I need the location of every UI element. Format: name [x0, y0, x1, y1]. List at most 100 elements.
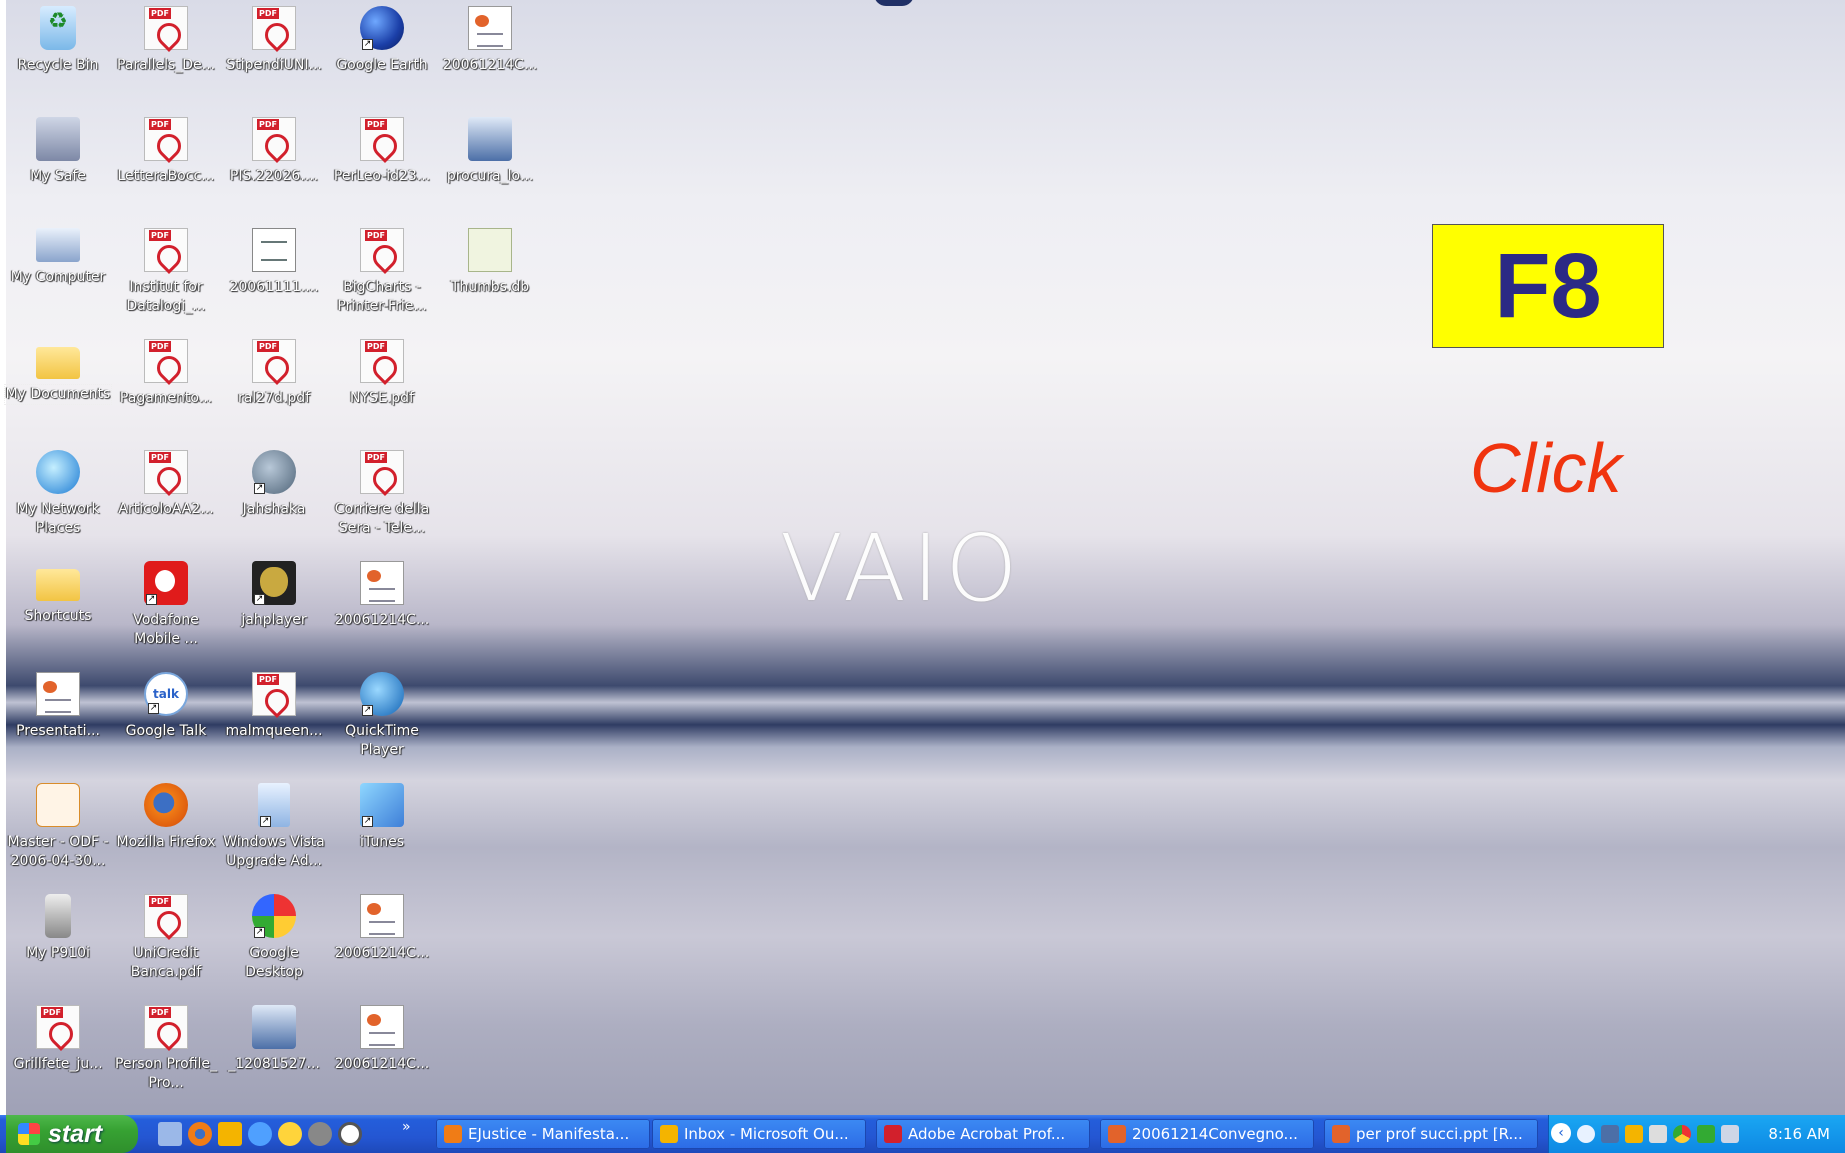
- tray-display-icon[interactable]: [1721, 1125, 1739, 1143]
- tray-app-icon[interactable]: [1649, 1125, 1667, 1143]
- desktop-icon-mask[interactable]: ↗ jahplayer: [220, 561, 328, 630]
- pdf-icon: [144, 450, 188, 494]
- desktop-icon-itunes[interactable]: ↗ iTunes: [328, 783, 436, 852]
- desktop-icon-label: My Documents: [3, 384, 113, 405]
- desktop-icon-round-red[interactable]: ↗ Vodafone Mobile ...: [112, 561, 220, 649]
- fox-icon: [144, 783, 188, 827]
- desktop-icon-db[interactable]: Thumbs.db: [436, 228, 544, 297]
- shortcut-arrow-icon: ↗: [148, 703, 159, 714]
- procura-icon: [252, 1005, 296, 1049]
- pdf-icon: [36, 1005, 80, 1049]
- pdf-icon: [360, 117, 404, 161]
- desktop-icon-pdf[interactable]: ArticoloAA2...: [112, 450, 220, 519]
- desktop-icon-phone[interactable]: My P910i: [4, 894, 112, 963]
- desktop-icon-safe[interactable]: My Safe: [4, 117, 112, 186]
- click-instruction: Click: [1470, 429, 1622, 507]
- desktop-icon-pdf[interactable]: LetteraBocc...: [112, 117, 220, 186]
- tray-outlook-icon[interactable]: [1625, 1125, 1643, 1143]
- pdf-icon: [144, 228, 188, 272]
- smiley-icon[interactable]: [278, 1122, 302, 1146]
- desktop-icon-pdf[interactable]: Grillfete_ju...: [4, 1005, 112, 1074]
- desktop-icon-fox[interactable]: Mozilla Firefox: [112, 783, 220, 852]
- desktop-icon-computer[interactable]: My Computer: [4, 228, 112, 287]
- desktop-icon-label: Vodafone Mobile ...: [133, 612, 199, 647]
- desktop-icon-gen[interactable]: 20061111....: [220, 228, 328, 297]
- desktop[interactable]: Recycle Bin Parallels_De... StipendiUNI...…: [0, 0, 1845, 1115]
- desktop-icon-globe[interactable]: ↗ Google Earth: [328, 6, 436, 75]
- desktop-icon-pdf[interactable]: Institut for Datalogi_...: [112, 228, 220, 316]
- tray-chrome-icon[interactable]: [1673, 1125, 1691, 1143]
- pdf-icon: [252, 339, 296, 383]
- media-player-icon[interactable]: [308, 1122, 332, 1146]
- pdf-icon: [144, 1005, 188, 1049]
- desktop-icon-folder[interactable]: Shortcuts: [4, 561, 112, 626]
- desktop-icon-label: Recycle Bin: [17, 57, 99, 73]
- shortcut-arrow-icon: ↗: [254, 594, 265, 605]
- desktop-icon-label: Shortcuts: [24, 608, 92, 624]
- desktop-icon-doc[interactable]: Presentati...: [4, 672, 112, 741]
- safe-icon: [36, 117, 80, 161]
- orb-icon[interactable]: [338, 1122, 362, 1146]
- desktop-icon-pdf[interactable]: Pagamento...: [112, 339, 220, 408]
- desktop-icon-pdf[interactable]: PIS.22026....: [220, 117, 328, 186]
- clock[interactable]: 8:16 AM: [1768, 1115, 1830, 1153]
- taskbar-button[interactable]: 20061214Convegno...: [1100, 1119, 1314, 1149]
- desktop-icon-pdf[interactable]: NYSE.pdf: [328, 339, 436, 408]
- taskbar-button[interactable]: EJustice - Manifesta...: [436, 1119, 650, 1149]
- desktop-icon-talk[interactable]: ↗ Google Talk: [112, 672, 220, 741]
- desktop-icon-label: My P910i: [26, 945, 90, 961]
- desktop-icon-doc[interactable]: 20061214C...: [328, 561, 436, 630]
- desktop-icon-label: Thumbs.db: [450, 279, 530, 295]
- desktop-icon-pdf[interactable]: Corriere della Sera - Tele...: [328, 450, 436, 538]
- shortcut-arrow-icon: ↗: [146, 594, 157, 605]
- desktop-icon-pdf[interactable]: malmqueen...: [220, 672, 328, 741]
- show-desktop-icon[interactable]: [158, 1122, 182, 1146]
- taskbar-button[interactable]: Inbox - Microsoft Ou...: [652, 1119, 866, 1149]
- gdesk-icon: ↗: [252, 894, 296, 938]
- desktop-icon-label: 20061214C...: [334, 612, 430, 628]
- desktop-icon-vista[interactable]: ↗ Windows Vista Upgrade Ad...: [220, 783, 328, 871]
- desktop-icon-pdf[interactable]: Person Profile_ Pro...: [112, 1005, 220, 1093]
- firefox-icon[interactable]: [188, 1122, 212, 1146]
- outlook-icon[interactable]: [218, 1122, 242, 1146]
- start-button[interactable]: start: [6, 1115, 138, 1153]
- desktop-icon-qt[interactable]: ↗ QuickTime Player: [328, 672, 436, 760]
- desktop-icon-label: Pagamento...: [119, 390, 213, 406]
- desktop-icon-odf[interactable]: Master - ODF - 2006-04-30...: [4, 783, 112, 871]
- system-tray: ‹ 8:16 AM: [1548, 1115, 1845, 1153]
- tray-monitor-icon[interactable]: [1697, 1125, 1715, 1143]
- desktop-icon-pdf[interactable]: PerLeo-id23...: [328, 117, 436, 186]
- desktop-icon-pdf[interactable]: ral27d.pdf: [220, 339, 328, 408]
- desktop-icon-recycle[interactable]: Recycle Bin: [4, 6, 112, 75]
- tray-network-icon[interactable]: [1601, 1125, 1619, 1143]
- desktop-icon-pdf[interactable]: StipendiUNI...: [220, 6, 328, 75]
- tray-expand-chevron-icon[interactable]: ‹: [1551, 1123, 1571, 1143]
- pdf-icon: [144, 6, 188, 50]
- desktop-icon-pdf[interactable]: Parallels_De...: [112, 6, 220, 75]
- tray-messenger-icon[interactable]: [1577, 1125, 1595, 1143]
- pdf-icon: [252, 6, 296, 50]
- shortcut-arrow-icon: ↗: [362, 705, 373, 716]
- taskbar-button-label: Inbox - Microsoft Ou...: [684, 1125, 849, 1143]
- desktop-icon-doc[interactable]: 20061214C...: [328, 1005, 436, 1074]
- qt-icon: ↗: [360, 672, 404, 716]
- desktop-icon-doc[interactable]: 20061214C...: [328, 894, 436, 963]
- desktop-icon-procura[interactable]: procura_lo...: [436, 117, 544, 186]
- desktop-icon-mask-blue[interactable]: ↗ Jahshaka: [220, 450, 328, 519]
- desktop-icon-gdesk[interactable]: ↗ Google Desktop: [220, 894, 328, 982]
- desktop-icon-doc[interactable]: 20061214C...: [436, 6, 544, 75]
- desktop-icon-label: Corriere della Sera - Tele...: [334, 501, 430, 536]
- taskbar-button[interactable]: per prof succi.ppt [R...: [1324, 1119, 1538, 1149]
- desktop-icon-label: _12081527...: [228, 1056, 320, 1072]
- desktop-icon-folder[interactable]: My Documents: [3, 339, 113, 405]
- doc-icon: [360, 894, 404, 938]
- messenger-icon[interactable]: [248, 1122, 272, 1146]
- desktop-icon-pdf[interactable]: BigCharts - Printer-Frie...: [328, 228, 436, 316]
- desktop-icon-procura[interactable]: _12081527...: [220, 1005, 328, 1074]
- taskbar-button[interactable]: Adobe Acrobat Prof...: [876, 1119, 1090, 1149]
- desktop-icon-label: jahplayer: [241, 612, 307, 628]
- desktop-icon-pdf[interactable]: UniCredit Banca.pdf: [112, 894, 220, 982]
- quick-launch-more-button[interactable]: »: [402, 1119, 411, 1135]
- desktop-icon-network[interactable]: My Network Places: [4, 450, 112, 538]
- desktop-icon-label: Presentati...: [16, 723, 100, 739]
